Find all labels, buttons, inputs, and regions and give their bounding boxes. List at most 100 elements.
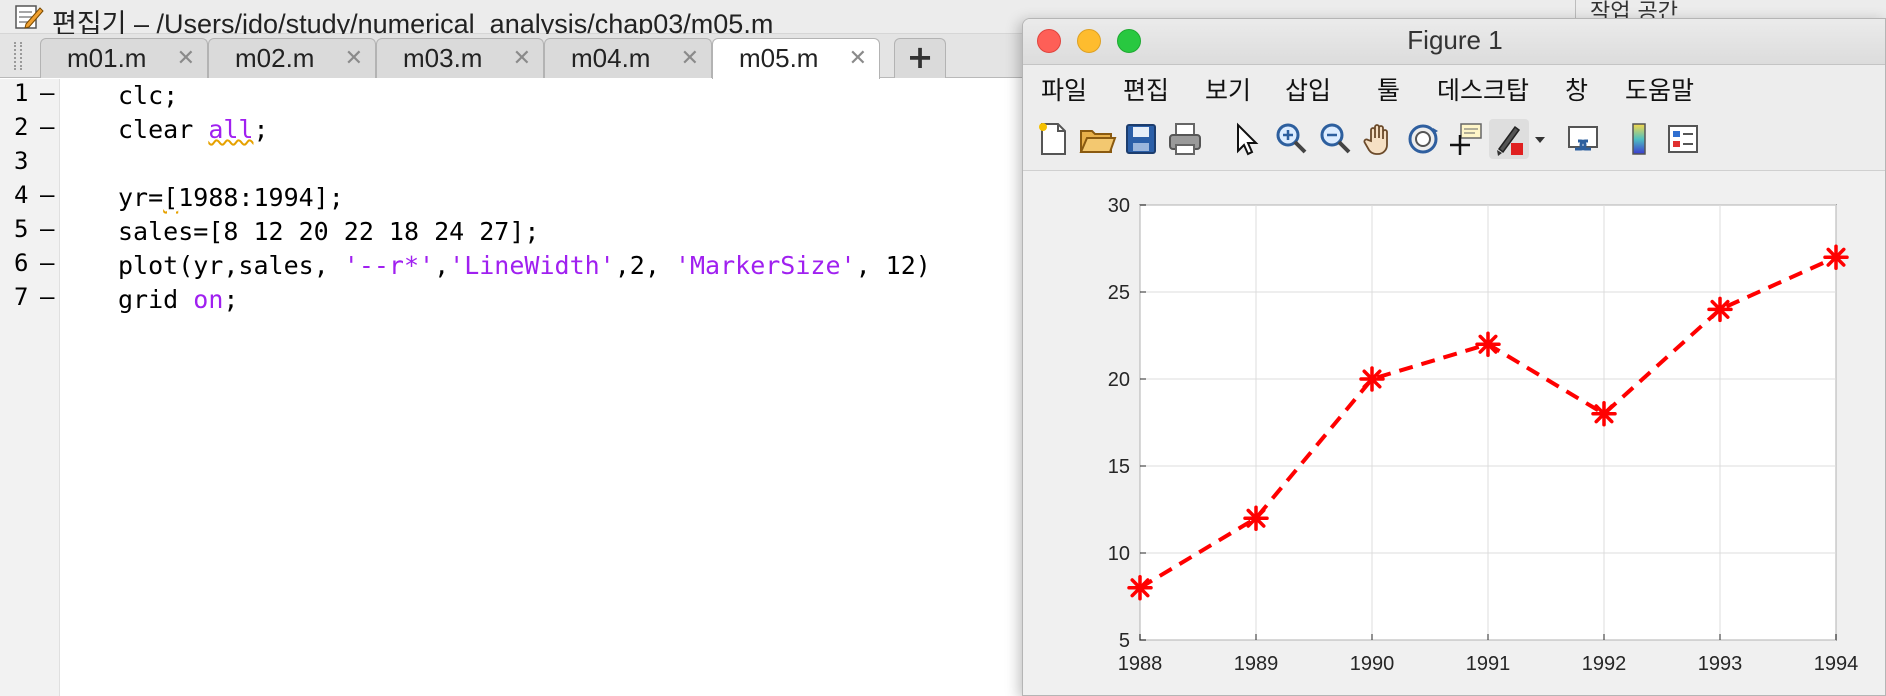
brush-dropdown-icon[interactable] xyxy=(1531,119,1549,159)
breakpoint-marker[interactable]: – xyxy=(40,249,54,277)
menu-edit[interactable]: 편집 xyxy=(1123,71,1169,107)
line-number: 1 xyxy=(14,79,29,107)
code-text: yr= xyxy=(118,183,164,212)
tab-m01[interactable]: m01.m ✕ xyxy=(40,38,208,78)
code-text: ; xyxy=(223,285,239,314)
new-figure-icon[interactable] xyxy=(1033,119,1073,159)
line-number: 3 xyxy=(14,147,29,175)
line-number-gutter: 1 2 3 4 5 6 7 – – – – – – xyxy=(0,79,60,696)
line-number: 7 xyxy=(14,283,29,311)
menu-window[interactable]: 창 xyxy=(1565,71,1588,107)
code-text: , xyxy=(434,251,450,280)
print-icon[interactable] xyxy=(1165,119,1205,159)
data-point-marker[interactable] xyxy=(1127,575,1153,601)
legend-icon[interactable] xyxy=(1663,119,1703,159)
data-point-marker[interactable] xyxy=(1359,366,1385,392)
line-chart[interactable]: 1988 1989 1990 1991 1992 1993 1994 5 10 15 20 25 30 xyxy=(1023,171,1886,696)
y-tick-label: 15 xyxy=(1108,456,1130,478)
code-text: plot(yr,sales, xyxy=(118,251,344,280)
data-point-marker[interactable] xyxy=(1591,401,1617,427)
breakpoint-marker[interactable]: – xyxy=(40,283,54,311)
pan-hand-icon[interactable] xyxy=(1359,119,1399,159)
menu-view[interactable]: 보기 xyxy=(1205,71,1251,107)
y-tick-label: 5 xyxy=(1119,630,1130,652)
x-tick-label: 1993 xyxy=(1698,653,1743,675)
link-plot-icon[interactable] xyxy=(1563,119,1603,159)
x-tick-label: 1992 xyxy=(1582,653,1627,675)
code-line[interactable]: grid on; xyxy=(118,283,238,317)
line-number: 6 xyxy=(14,249,29,277)
x-tick-label: 1994 xyxy=(1814,653,1859,675)
menu-tools[interactable]: 툴 xyxy=(1377,71,1400,107)
tab-close-icon[interactable]: ✕ xyxy=(177,47,195,71)
line-number: 2 xyxy=(14,113,29,141)
pointer-icon[interactable] xyxy=(1225,119,1265,159)
code-text: clc; xyxy=(118,81,179,110)
line-number: 4 xyxy=(14,181,29,209)
code-keyword: on xyxy=(193,285,224,314)
x-tick-label: 1990 xyxy=(1350,653,1395,675)
tab-m03[interactable]: m03.m ✕ xyxy=(376,38,544,78)
tab-close-icon[interactable]: ✕ xyxy=(513,47,531,71)
breakpoint-marker[interactable]: – xyxy=(40,79,54,107)
open-file-icon[interactable] xyxy=(1077,119,1117,159)
code-text: grid xyxy=(118,285,194,314)
menu-help[interactable]: 도움말 xyxy=(1625,71,1694,107)
menu-file[interactable]: 파일 xyxy=(1041,71,1087,107)
breakpoint-marker[interactable]: – xyxy=(40,181,54,209)
data-point-marker[interactable] xyxy=(1243,505,1269,531)
code-keyword: all xyxy=(208,115,254,144)
breakpoint-marker[interactable]: – xyxy=(40,113,54,141)
figure-toolbar xyxy=(1023,109,1885,171)
code-warning-token: [ xyxy=(163,183,179,212)
code-line[interactable]: clc; xyxy=(118,79,178,113)
colorbar-icon[interactable] xyxy=(1619,119,1659,159)
data-point-marker[interactable] xyxy=(1475,331,1501,357)
y-tick-label: 25 xyxy=(1108,282,1130,304)
tab-m05[interactable]: m05.m ✕ xyxy=(712,38,880,79)
line-number: 5 xyxy=(14,215,29,243)
zoom-in-icon[interactable] xyxy=(1271,119,1311,159)
data-point-marker[interactable] xyxy=(1823,244,1849,270)
rotate-3d-icon[interactable] xyxy=(1403,119,1443,159)
code-string: 'MarkerSize' xyxy=(674,251,856,280)
tab-label: m02.m xyxy=(235,43,315,73)
plot-area[interactable]: 1988 1989 1990 1991 1992 1993 1994 5 10 15 20 25 30 xyxy=(1023,171,1886,696)
tab-label: m04.m xyxy=(571,43,651,73)
code-text: clear xyxy=(118,115,209,144)
add-tab-button[interactable]: + xyxy=(894,38,946,78)
tab-label: m01.m xyxy=(67,43,147,73)
y-tick-label: 30 xyxy=(1108,195,1130,217)
tab-close-icon[interactable]: ✕ xyxy=(681,47,699,71)
code-line[interactable]: sales=[8 12 20 22 18 24 27]; xyxy=(118,215,539,249)
menu-desktop[interactable]: 데스크탑 xyxy=(1437,71,1529,107)
code-line[interactable]: yr=[1988:1994]; xyxy=(118,181,344,215)
code-text: sales=[8 12 20 22 18 24 27]; xyxy=(118,217,540,246)
data-cursor-icon[interactable] xyxy=(1445,119,1485,159)
y-tick-label: 10 xyxy=(1108,543,1130,565)
tab-m02[interactable]: m02.m ✕ xyxy=(208,38,376,78)
brush-icon[interactable] xyxy=(1489,119,1529,159)
code-line[interactable]: clear all; xyxy=(118,113,269,147)
breakpoint-marker[interactable]: – xyxy=(40,215,54,243)
tab-close-icon[interactable]: ✕ xyxy=(345,47,363,71)
tab-label: m03.m xyxy=(403,43,483,73)
code-text: ,2, xyxy=(614,251,675,280)
tabbar-grip-handle[interactable] xyxy=(14,42,22,70)
x-tick-label: 1988 xyxy=(1118,653,1163,675)
figure-title: Figure 1 xyxy=(1407,25,1503,55)
figure-window: Figure 1 파일 편집 보기 삽입 툴 데스크탑 창 도움말 1988 1… xyxy=(1022,18,1886,696)
tab-m04[interactable]: m04.m ✕ xyxy=(544,38,712,78)
data-point-marker[interactable] xyxy=(1707,296,1733,323)
code-text: , 12) xyxy=(855,251,931,280)
figure-titlebar[interactable]: Figure 1 xyxy=(1023,19,1885,65)
tab-close-icon[interactable]: ✕ xyxy=(849,47,867,71)
y-tick-label: 20 xyxy=(1108,369,1130,391)
zoom-out-icon[interactable] xyxy=(1315,119,1355,159)
code-string: 'LineWidth' xyxy=(449,251,615,280)
code-text: ; xyxy=(253,115,269,144)
code-line[interactable]: plot(yr,sales, '--r*','LineWidth',2, 'Ma… xyxy=(118,249,931,283)
menu-insert[interactable]: 삽입 xyxy=(1285,71,1331,107)
tab-label: m05.m xyxy=(739,43,819,73)
save-icon[interactable] xyxy=(1121,119,1161,159)
